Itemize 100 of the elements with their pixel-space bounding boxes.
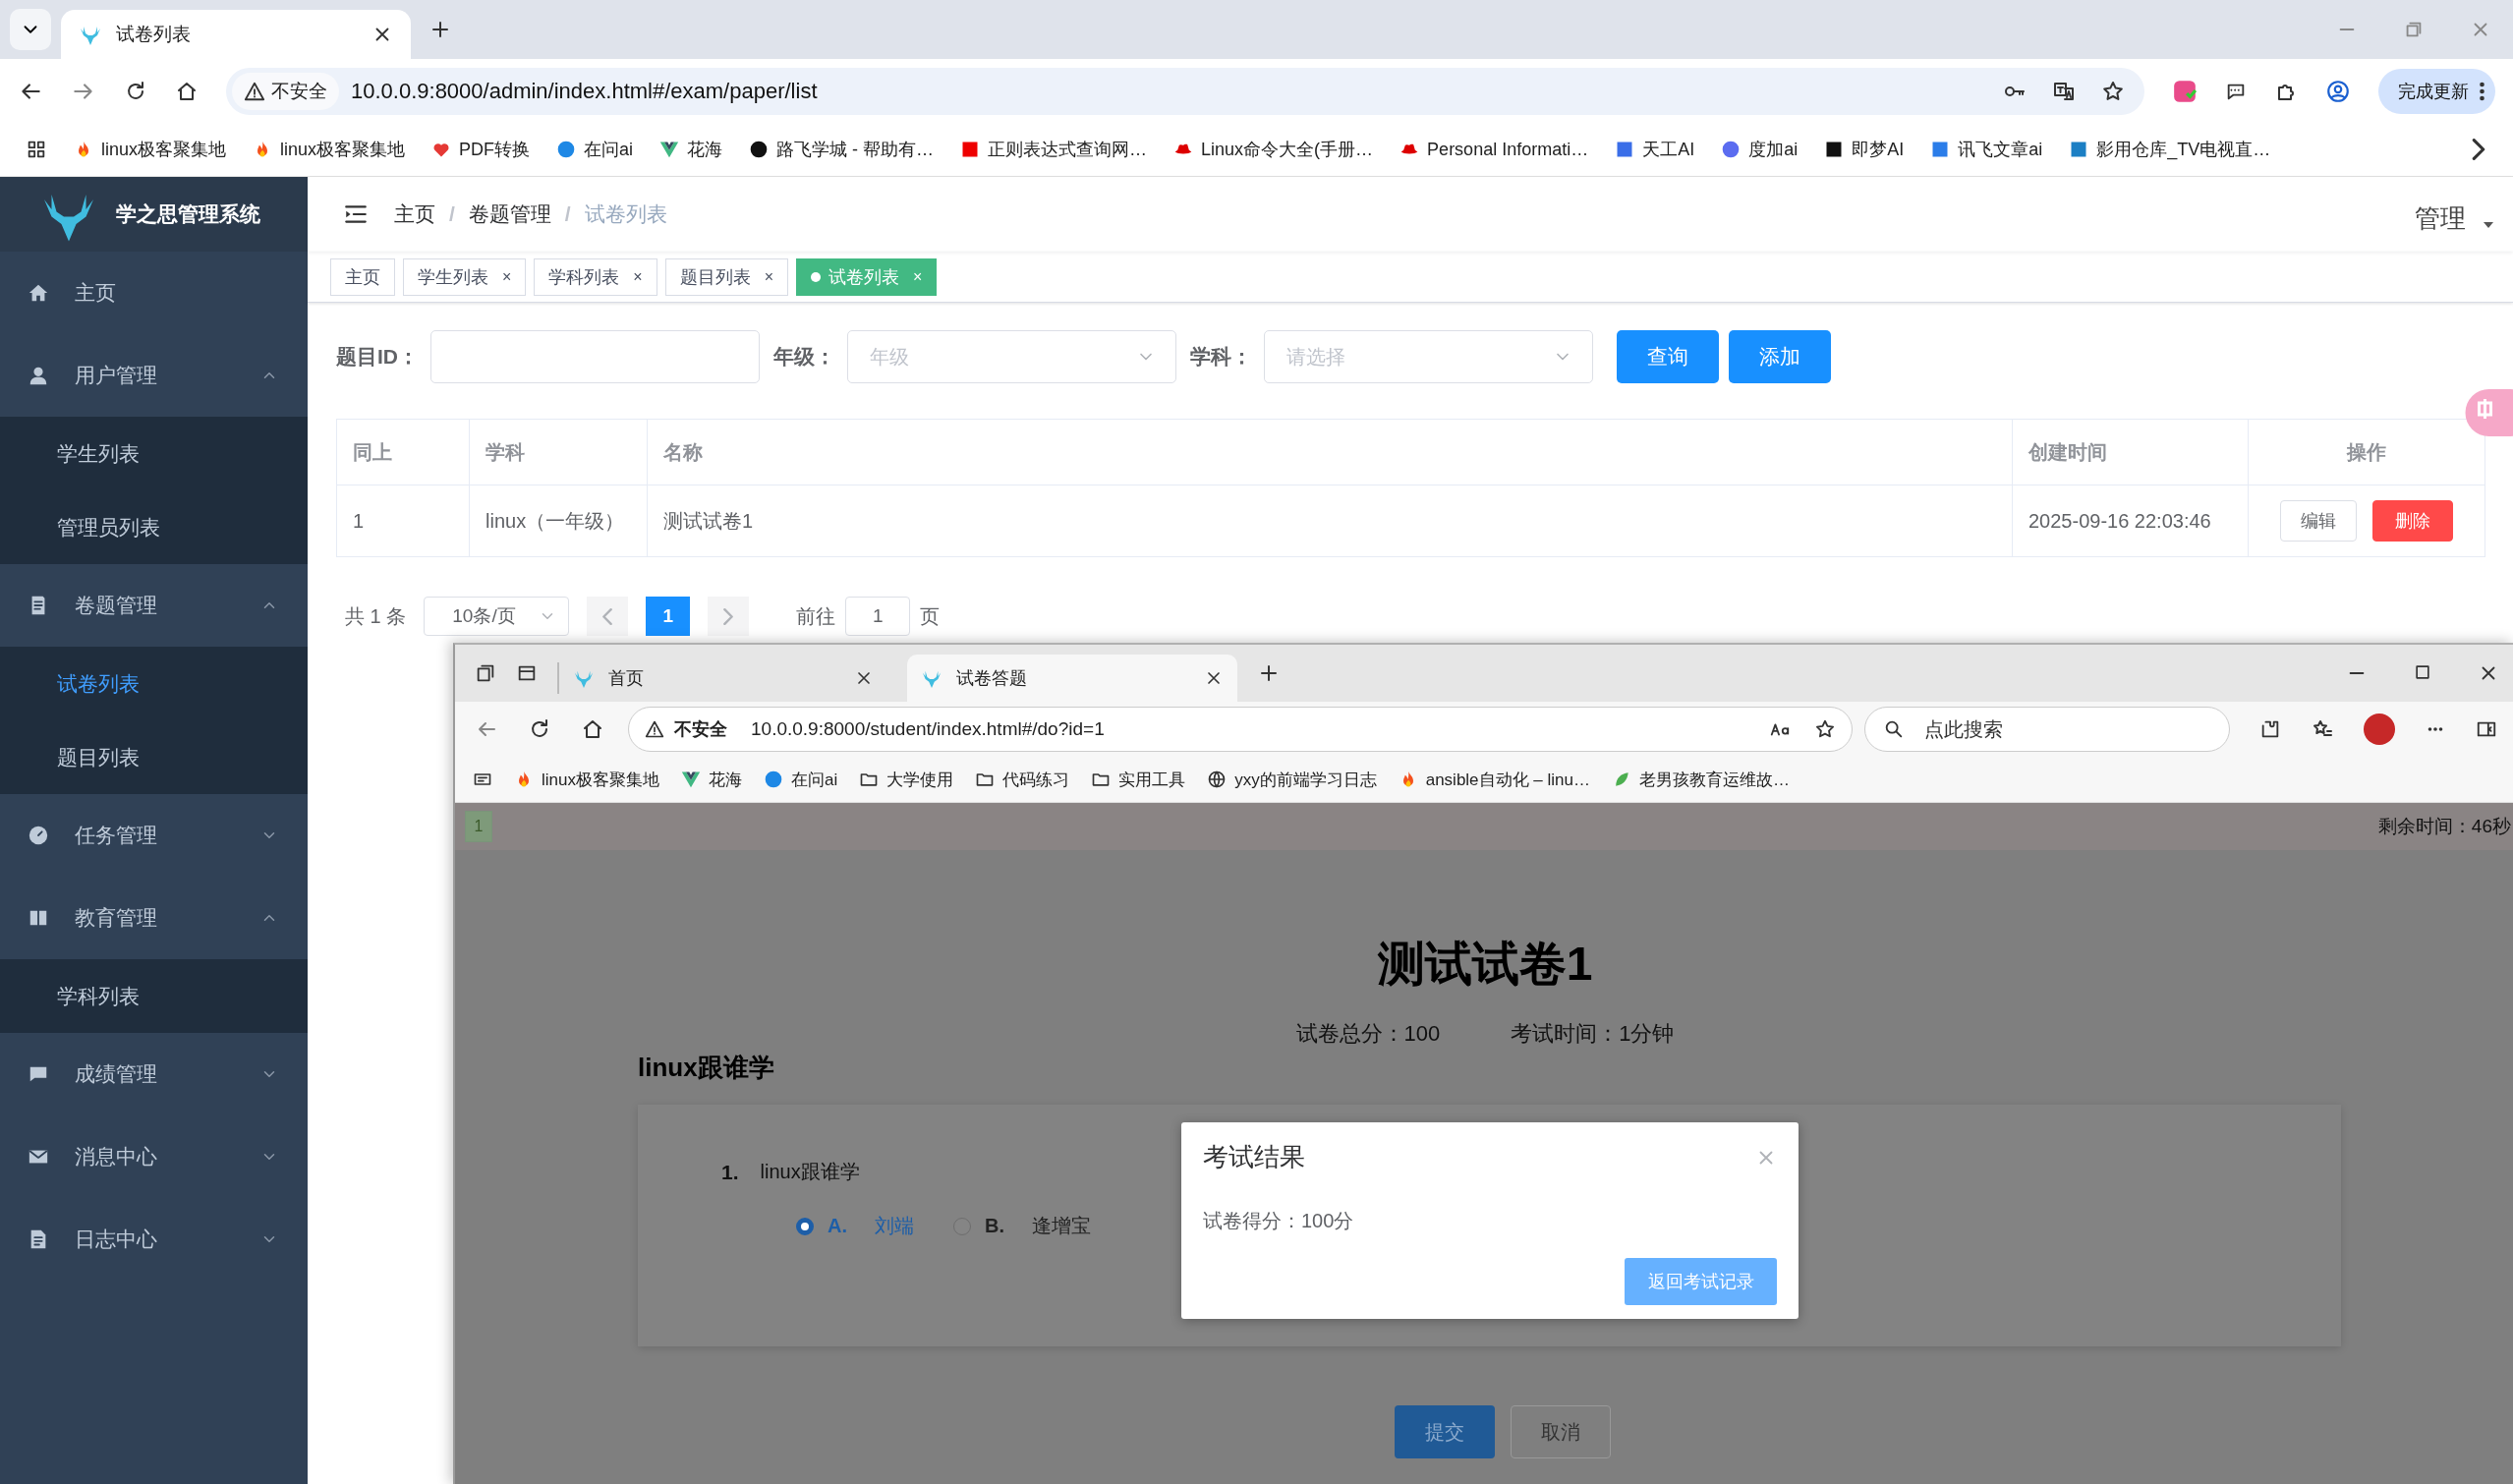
update-button[interactable]: 完成更新 — [2378, 68, 2495, 114]
submenu-item[interactable]: 学生列表 — [0, 417, 308, 490]
bookmark[interactable]: 大学使用 — [859, 768, 954, 791]
column-header: 学科 — [470, 420, 648, 485]
address-bar[interactable]: 不安全 10.0.0.9:8000/student/index.html#/do?id=1 — [628, 707, 1853, 752]
bookmark[interactable]: 正则表达式查询网… — [960, 138, 1148, 161]
bookmark[interactable]: linux极客聚集地 — [514, 768, 659, 791]
star-icon[interactable] — [2101, 79, 2125, 103]
bookmark[interactable]: PDF转换 — [431, 138, 531, 161]
extension-icon[interactable] — [2172, 78, 2198, 104]
submenu-item[interactable]: 管理员列表 — [0, 490, 308, 564]
filter-label: 题目ID： — [336, 344, 419, 370]
table-cell: 2025-09-16 22:03:46 — [2013, 485, 2249, 556]
menu-group[interactable]: 卷题管理 — [0, 564, 308, 647]
tab-title: 试卷答题 — [956, 667, 1028, 690]
bookmark[interactable]: ansible自动化 – linu… — [1398, 768, 1590, 791]
profile-icon[interactable] — [2325, 78, 2351, 104]
menu-group[interactable]: 日志中心 — [0, 1198, 308, 1281]
radio-option[interactable]: B. 逢增宝 — [953, 1213, 1091, 1239]
security-chip[interactable]: 不安全 — [232, 72, 339, 110]
tag-close-button[interactable]: × — [502, 267, 512, 286]
page-tag[interactable]: 主页 — [330, 257, 395, 296]
page-size-select[interactable]: 10条/页 — [424, 597, 570, 636]
table-cell: 1 — [337, 485, 470, 556]
page-tag[interactable]: 学生列表 × — [403, 257, 527, 296]
edit-button[interactable]: 编辑 — [2280, 500, 2357, 542]
user-menu[interactable]: 管理 — [2415, 200, 2493, 236]
filter-label: 年级： — [773, 344, 835, 370]
browser-tab[interactable]: 首页 — [557, 662, 887, 694]
bookmark[interactable]: 天工AI — [1615, 138, 1695, 161]
site-logo-icon — [1930, 140, 1951, 159]
browser-tab[interactable]: 试卷答题 — [907, 655, 1237, 702]
bookmark[interactable]: 在问ai — [556, 138, 634, 161]
tag-close-button[interactable]: × — [633, 267, 643, 286]
dialog-message: 试卷得分：100分 — [1203, 1209, 1355, 1233]
bookmark[interactable]: Linux命令大全(手册… — [1173, 138, 1374, 161]
extensions-icon[interactable] — [2259, 718, 2281, 740]
workspaces-icon[interactable] — [475, 662, 496, 684]
site-logo-icon — [763, 770, 783, 789]
bookmark[interactable]: 实用工具 — [1091, 768, 1186, 791]
section-title: linux跟谁学 — [638, 1052, 775, 1084]
submenu-item[interactable]: 试卷列表 — [0, 647, 308, 720]
page-tag[interactable]: 学科列表 × — [534, 257, 657, 296]
table-cell: linux（一年级） — [470, 485, 648, 556]
avatar[interactable] — [2364, 713, 2395, 745]
submenu-item[interactable]: 题目列表 — [0, 720, 308, 794]
tag-close-button[interactable]: × — [764, 267, 774, 286]
globe-icon — [1207, 770, 1228, 789]
bookmark[interactable]: 花海 — [680, 768, 742, 791]
browser-tab[interactable]: 试卷列表 — [61, 10, 411, 59]
breadcrumb-item[interactable]: 主页 — [394, 200, 435, 228]
bookmark[interactable]: 老男孩教育运维故… — [1611, 768, 1790, 791]
search-field[interactable]: 点此搜索 — [1864, 707, 2230, 752]
input-field[interactable] — [430, 330, 760, 383]
bookmark[interactable]: linux极客聚集地 — [253, 138, 406, 161]
menu-item[interactable]: 主页 — [0, 252, 308, 334]
bookmark[interactable]: linux极客聚集地 — [74, 138, 227, 161]
tag-label: 学科列表 — [548, 265, 620, 289]
submenu-item[interactable]: 学科列表 — [0, 959, 308, 1033]
v-logo-icon — [659, 140, 680, 159]
more-icon — [2479, 80, 2485, 102]
remaining-time: 剩余时间：46秒 — [2377, 815, 2511, 838]
breadcrumb-item[interactable]: 卷题管理 — [468, 200, 551, 228]
page-input[interactable]: 1 — [845, 597, 911, 636]
menu-group[interactable]: 成绩管理 — [0, 1033, 308, 1115]
warning-icon — [645, 719, 664, 739]
home-icon[interactable] — [581, 717, 604, 741]
bookmark[interactable]: 在问ai — [763, 768, 838, 791]
address-bar[interactable]: 不安全 10.0.0.9:8000/admin/index.html#/exam/paper/list — [226, 67, 2144, 115]
maximize-icon[interactable] — [2413, 662, 2432, 682]
menu-group[interactable]: 用户管理 — [0, 334, 308, 417]
chevron-left-icon — [602, 607, 613, 625]
radio-button[interactable] — [796, 1217, 814, 1235]
star-icon[interactable] — [1814, 718, 1836, 740]
url-text: 10.0.0.9:8000/admin/index.html#/exam/paper/list — [351, 78, 818, 104]
tab-title: 试卷列表 — [116, 23, 192, 46]
bookmark[interactable]: 代码练习 — [975, 768, 1070, 791]
filter-label: 学科： — [1190, 344, 1252, 370]
apps-icon[interactable] — [26, 139, 47, 160]
tag-label: 学生列表 — [418, 265, 488, 289]
menu-group[interactable]: 教育管理 — [0, 877, 308, 959]
bookmark[interactable]: 即梦AI — [1824, 138, 1905, 161]
bookmark[interactable]: Personal Informati… — [1399, 139, 1589, 160]
bookmark[interactable]: 度加ai — [1721, 138, 1799, 161]
security-label: 不安全 — [271, 79, 327, 103]
menu-group[interactable]: 任务管理 — [0, 794, 308, 877]
site-logo-icon — [2069, 140, 2089, 159]
security-label: 不安全 — [674, 718, 727, 741]
bookmark[interactable]: 讯飞文章ai — [1930, 138, 2043, 161]
bookmark[interactable]: 影用仓库_TV电视直… — [2069, 138, 2271, 161]
site-logo-icon — [749, 140, 770, 159]
bookmark[interactable]: yxy的前端学习日志 — [1207, 768, 1377, 791]
tab-title: 首页 — [608, 667, 645, 690]
chevron-right-icon — [723, 607, 734, 625]
page-suffix: 页 — [920, 603, 941, 629]
bookmark[interactable]: 花海 — [659, 138, 723, 161]
bookmark[interactable]: 路飞学城 - 帮助有… — [749, 138, 935, 161]
menu-group[interactable]: 消息中心 — [0, 1115, 308, 1198]
tab-search-button[interactable] — [10, 9, 51, 50]
page-tag[interactable]: 题目列表 × — [664, 257, 789, 296]
